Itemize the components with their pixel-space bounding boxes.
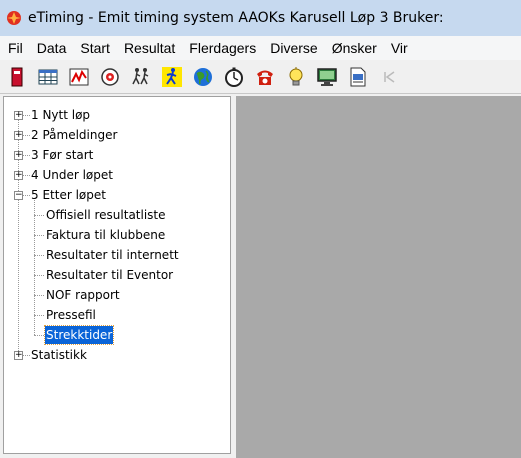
tree-node-for-start[interactable]: 3 Før start: [30, 145, 94, 165]
document-icon[interactable]: [347, 66, 369, 88]
content-area: [236, 96, 521, 458]
tree-connector: [22, 355, 30, 356]
tree-node-resultater-internett[interactable]: Resultater til internett: [45, 245, 180, 265]
navigation-tree[interactable]: + 1 Nytt løp + 2 Påmeldinger + 3 Før sta…: [3, 96, 231, 454]
tree-connector: [34, 235, 44, 236]
tree-connector: [22, 195, 30, 196]
menu-resultat[interactable]: Resultat: [117, 40, 182, 56]
tree-node-pameldinger[interactable]: 2 Påmeldinger: [30, 125, 118, 145]
tree-node-nytt-lop[interactable]: 1 Nytt løp: [30, 105, 91, 125]
tree-node-pressefil[interactable]: Pressefil: [45, 305, 97, 325]
window-title: eTiming - Emit timing system AAOKs Karus…: [28, 10, 444, 26]
card-icon[interactable]: [6, 66, 28, 88]
expand-toggle[interactable]: +: [14, 151, 23, 160]
runner-icon[interactable]: [161, 66, 183, 88]
menu-data[interactable]: Data: [30, 40, 74, 56]
tree-connector: [34, 335, 44, 336]
tree-node-strekktider[interactable]: Strekktider: [43, 325, 115, 345]
menu-vir[interactable]: Vir: [384, 40, 415, 56]
bulb-icon[interactable]: [285, 66, 307, 88]
menu-diverse[interactable]: Diverse: [263, 40, 324, 56]
phone-icon[interactable]: [254, 66, 276, 88]
app-logo-icon: [7, 11, 21, 25]
tree-connector: [22, 135, 30, 136]
tree-connector: [22, 175, 30, 176]
expand-toggle[interactable]: +: [14, 171, 23, 180]
tree-node-offisiell-resultatliste[interactable]: Offisiell resultatliste: [45, 205, 167, 225]
tree-connector: [34, 215, 44, 216]
tree-node-etter-lopet[interactable]: 5 Etter løpet: [30, 185, 107, 205]
menu-flerdagers[interactable]: Flerdagers: [182, 40, 263, 56]
tree-connector: [34, 275, 44, 276]
tree-node-statistikk[interactable]: Statistikk: [30, 345, 88, 365]
menu-start[interactable]: Start: [73, 40, 117, 56]
expand-toggle[interactable]: +: [14, 111, 23, 120]
runners-icon[interactable]: [130, 66, 152, 88]
globe-icon[interactable]: [192, 66, 214, 88]
tree-node-nof-rapport[interactable]: NOF rapport: [45, 285, 121, 305]
tree-node-faktura[interactable]: Faktura til klubbene: [45, 225, 166, 245]
tree-connector: [34, 315, 44, 316]
emit-icon[interactable]: [99, 66, 121, 88]
menu-bar: Fil Data Start Resultat Flerdagers Diver…: [0, 36, 521, 61]
tree-connector: [22, 115, 30, 116]
tree-connector: [22, 155, 30, 156]
toolbar: [0, 60, 521, 94]
menu-onsker[interactable]: Ønsker: [325, 40, 384, 56]
expand-toggle[interactable]: +: [14, 131, 23, 140]
tree-node-under-lopet[interactable]: 4 Under løpet: [30, 165, 114, 185]
collapse-toggle[interactable]: −: [14, 191, 23, 200]
monitor-icon[interactable]: [316, 66, 338, 88]
menu-fil[interactable]: Fil: [0, 40, 30, 56]
expand-toggle[interactable]: +: [14, 351, 23, 360]
chart-icon[interactable]: [68, 66, 90, 88]
title-bar: eTiming - Emit timing system AAOKs Karus…: [0, 0, 521, 36]
tree-connector: [34, 255, 44, 256]
tree-connector: [34, 295, 44, 296]
first-icon[interactable]: [378, 66, 400, 88]
tree-node-resultater-eventor[interactable]: Resultater til Eventor: [45, 265, 174, 285]
table-icon[interactable]: [37, 66, 59, 88]
stopwatch-icon[interactable]: [223, 66, 245, 88]
